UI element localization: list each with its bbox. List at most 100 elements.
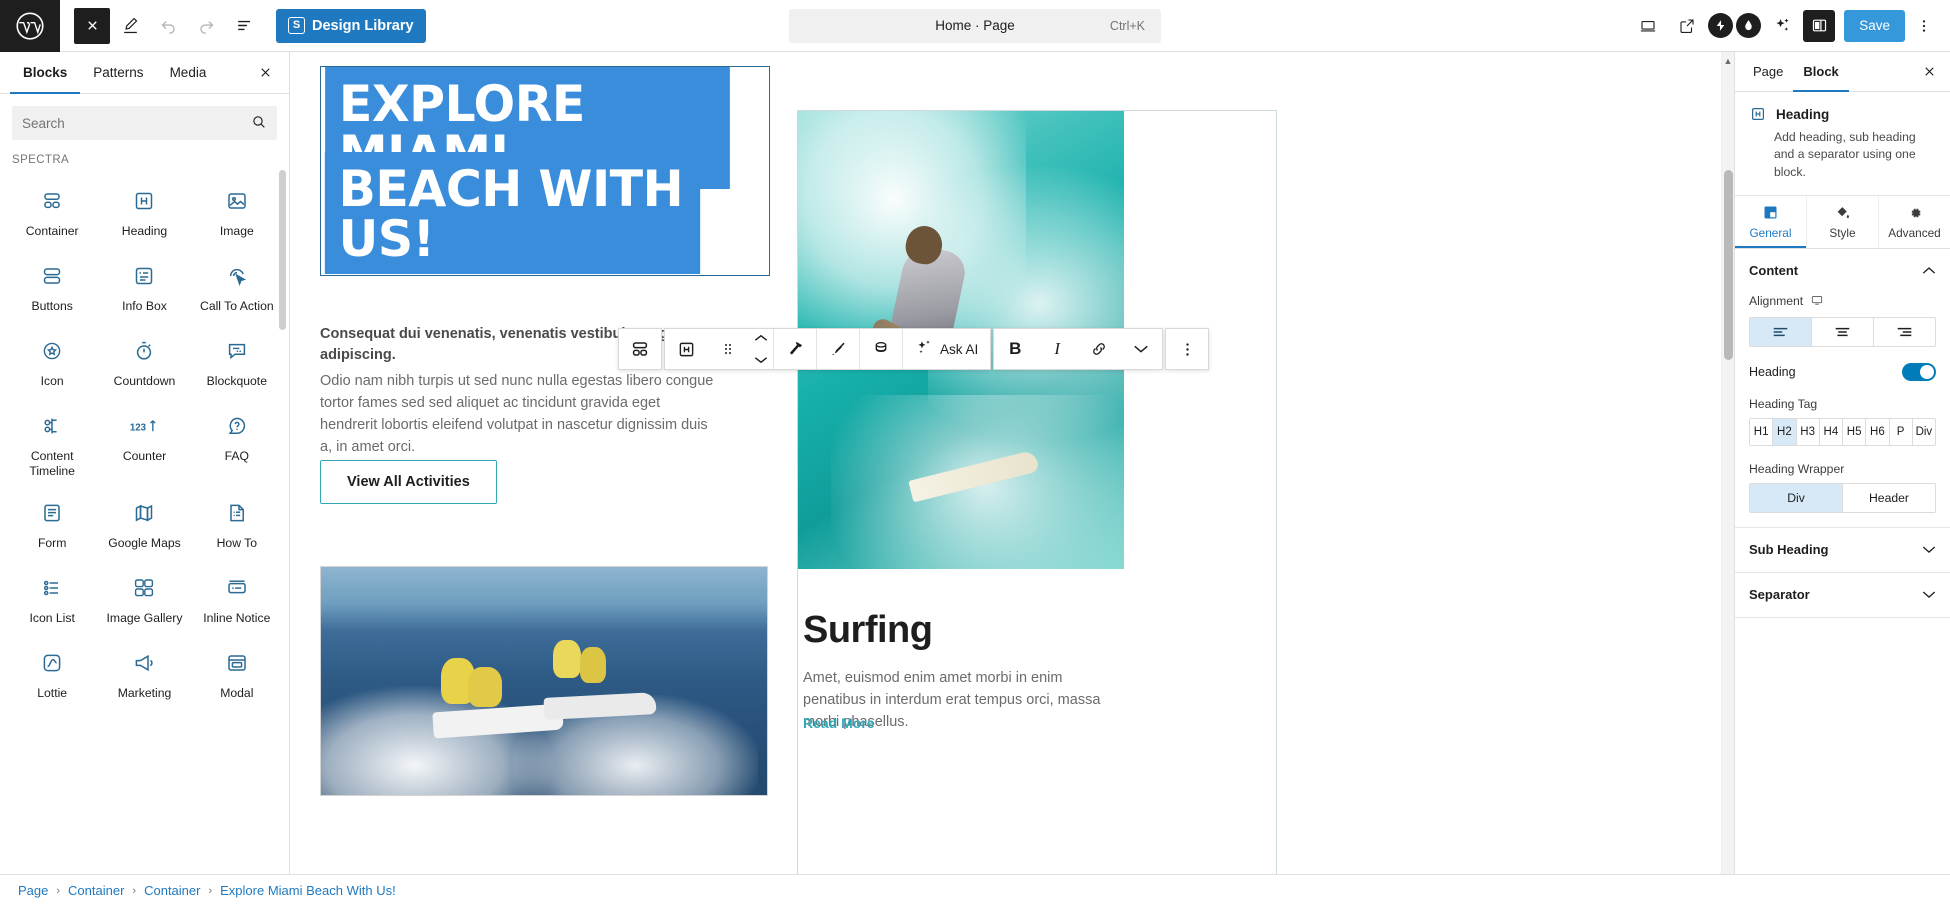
view-all-activities-button[interactable]: View All Activities	[320, 460, 497, 504]
astra-icon[interactable]	[1736, 13, 1762, 38]
edit-mode-pencil-icon[interactable]	[112, 8, 148, 44]
tab-style[interactable]: Style	[1807, 195, 1879, 248]
hero-paragraph[interactable]: Odio nam nibh turpis ut sed nunc nulla e…	[320, 370, 720, 458]
block-item-image[interactable]: Image	[191, 174, 283, 249]
list-view-icon[interactable]	[226, 8, 262, 44]
block-item-countdown[interactable]: Countdown	[98, 324, 190, 399]
wrapper-div[interactable]: Div	[1750, 483, 1843, 512]
hammer-icon[interactable]	[774, 329, 816, 369]
block-kebab-menu-icon[interactable]	[1166, 329, 1209, 369]
wrapper-header[interactable]: Header	[1843, 483, 1935, 512]
undo-arrow-icon[interactable]	[150, 8, 186, 44]
command-center-button[interactable]: Home · Page Ctrl+K	[789, 8, 1161, 43]
breadcrumb-item-page[interactable]: Page	[18, 883, 48, 898]
bold-button[interactable]: B	[994, 329, 1037, 369]
hero-line-2[interactable]: BEACH WITH US!	[324, 152, 701, 274]
block-item-blockquote[interactable]: Blockquote	[191, 324, 283, 399]
block-item-inline-notice[interactable]: Inline Notice	[191, 561, 283, 636]
block-item-icon-list[interactable]: Icon List	[6, 561, 98, 636]
block-item-container[interactable]: Container	[6, 174, 98, 249]
breadcrumb-item-container-2[interactable]: Container	[144, 883, 200, 898]
link-icon[interactable]	[1078, 329, 1121, 369]
align-left-button[interactable]	[1750, 317, 1812, 346]
ask-ai-button[interactable]: Ask AI	[903, 329, 991, 369]
tab-media[interactable]: Media	[157, 52, 220, 94]
view-external-icon[interactable]	[1669, 8, 1705, 44]
canvas-scrollbar-thumb[interactable]	[1724, 170, 1733, 360]
wordpress-logo-icon[interactable]	[0, 0, 60, 52]
desktop-icon[interactable]	[1810, 293, 1824, 310]
block-item-counter[interactable]: 123 Counter	[98, 399, 190, 486]
tag-h6[interactable]: H6	[1866, 418, 1890, 445]
italic-button[interactable]: I	[1036, 329, 1079, 369]
block-item-google-maps[interactable]: Google Maps	[98, 486, 190, 561]
align-center-button[interactable]	[1812, 317, 1874, 346]
block-item-image-gallery[interactable]: Image Gallery	[98, 561, 190, 636]
save-button[interactable]: Save	[1844, 9, 1905, 42]
block-item-buttons[interactable]: Buttons	[6, 249, 98, 324]
tag-h4[interactable]: H4	[1819, 418, 1843, 445]
jetpack-icon[interactable]	[1708, 13, 1734, 38]
block-item-heading[interactable]: Heading	[98, 174, 190, 249]
tab-blocks[interactable]: Blocks	[10, 52, 80, 94]
container-parent-icon[interactable]	[619, 329, 661, 369]
panel-header-content[interactable]: Content	[1735, 249, 1950, 293]
canvas-scrollbar[interactable]: ▲	[1721, 52, 1734, 874]
surfing-container-block[interactable]: Surfing Amet, euismod enim amet morbi in…	[797, 110, 1277, 874]
paintbrush-icon[interactable]	[817, 329, 859, 369]
close-editor-button[interactable]	[74, 7, 110, 44]
block-item-info-box[interactable]: Info Box	[98, 249, 190, 324]
panel-header-separator[interactable]: Separator	[1735, 573, 1950, 617]
panel-header-sub-heading[interactable]: Sub Heading	[1735, 528, 1950, 572]
inserter-scrollbar[interactable]	[279, 170, 286, 330]
tab-patterns[interactable]: Patterns	[80, 52, 156, 94]
heading-toggle[interactable]	[1902, 362, 1936, 381]
chevron-down-icon[interactable]	[1922, 541, 1936, 559]
tab-block[interactable]: Block	[1793, 52, 1848, 92]
design-library-button[interactable]: S Design Library	[276, 8, 426, 43]
tag-h2[interactable]: H2	[1773, 418, 1797, 445]
tag-div[interactable]: Div	[1912, 418, 1935, 445]
scroll-up-arrow-icon[interactable]: ▲	[1722, 56, 1734, 66]
surfing-read-more-link[interactable]: Read More	[803, 715, 875, 731]
breadcrumb-item-heading[interactable]: Explore Miami Beach With Us!	[220, 883, 396, 898]
block-item-content-timeline[interactable]: Content Timeline	[6, 399, 98, 486]
view-device-icon[interactable]	[1630, 8, 1666, 44]
chevron-up-icon[interactable]	[1922, 262, 1936, 280]
tab-advanced[interactable]: Advanced	[1879, 196, 1950, 248]
close-inserter-icon[interactable]	[251, 59, 279, 87]
block-item-lottie[interactable]: Lottie	[6, 636, 98, 711]
drag-handle-icon[interactable]	[707, 329, 749, 369]
tag-p[interactable]: P	[1889, 418, 1913, 445]
tab-general[interactable]: General	[1735, 195, 1807, 248]
block-item-faq[interactable]: FAQ	[191, 399, 283, 486]
chevron-up-icon[interactable]	[754, 329, 768, 347]
top-bar-kebab-menu-icon[interactable]	[1908, 8, 1940, 44]
chevron-down-icon[interactable]	[754, 351, 768, 369]
align-right-button[interactable]	[1874, 317, 1935, 346]
heading-block-selected[interactable]: EXPLORE MIAMI BEACH WITH US!	[320, 66, 770, 276]
block-item-how-to[interactable]: How To	[191, 486, 283, 561]
tag-h1[interactable]: H1	[1750, 418, 1774, 445]
block-item-call-to-action[interactable]: Call To Action	[191, 249, 283, 324]
search-input[interactable]	[12, 106, 277, 140]
block-item-icon[interactable]: Icon	[6, 324, 98, 399]
settings-sidebar-toggle[interactable]	[1803, 9, 1836, 42]
tag-h5[interactable]: H5	[1843, 418, 1867, 445]
heading-h-icon[interactable]	[665, 329, 707, 369]
redo-arrow-icon[interactable]	[188, 8, 224, 44]
move-block-controls[interactable]	[749, 329, 773, 369]
jet-ski-riders-photo[interactable]	[320, 566, 768, 796]
tag-h3[interactable]: H3	[1796, 418, 1820, 445]
chevron-down-icon[interactable]	[1922, 586, 1936, 604]
block-item-marketing[interactable]: Marketing	[98, 636, 190, 711]
surfing-title[interactable]: Surfing	[803, 609, 933, 652]
close-settings-icon[interactable]	[1916, 59, 1942, 85]
database-icon[interactable]	[860, 329, 902, 369]
breadcrumb-item-container-1[interactable]: Container	[68, 883, 124, 898]
ai-sparkle-icon[interactable]	[1764, 8, 1800, 44]
tab-page[interactable]: Page	[1743, 52, 1793, 92]
block-item-modal[interactable]: Modal	[191, 636, 283, 711]
more-formats-chevron-down-icon[interactable]	[1120, 329, 1163, 369]
block-item-form[interactable]: Form	[6, 486, 98, 561]
